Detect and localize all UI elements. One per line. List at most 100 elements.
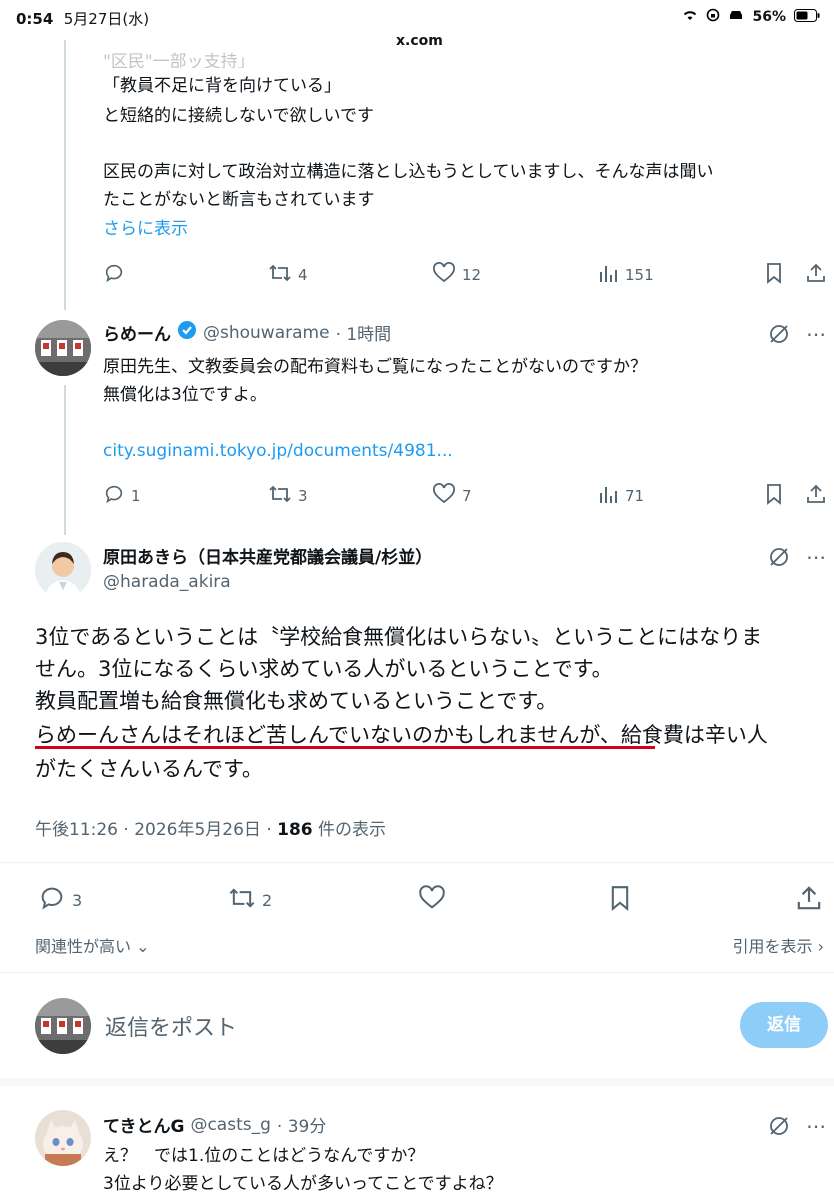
bookmark-icon [608,884,632,916]
status-right: 56% [682,8,820,26]
bookmark-icon [764,262,784,288]
share-button[interactable] [805,483,827,509]
prev-tweet-line: 「教員不足に背を向けている」 [103,76,341,96]
grok-icon[interactable] [767,545,791,573]
share-icon [805,262,827,288]
reply-compose-input[interactable]: 返信をポスト [105,1010,237,1042]
like-count: 12 [462,266,482,284]
bookmark-button[interactable] [764,262,784,288]
lock-rotation-icon [706,8,720,26]
retweet-icon [228,885,256,915]
tweet-text: 教員配置増も給食無償化も求めているということです。 [35,689,558,713]
retweet-count: 3 [298,487,308,505]
retweet-button[interactable]: 2 [228,885,272,915]
main-actions: 3 2 [0,884,834,916]
rame-actions: 1 3 7 71 [0,481,834,511]
reply-button[interactable] [103,262,125,288]
car-icon [728,9,744,25]
author-handle[interactable]: @casts_g [190,1115,270,1135]
retweet-count: 2 [262,890,273,910]
grok-icon[interactable] [767,1114,791,1142]
tweet-link[interactable]: city.suginami.tokyo.jp/documents/4981... [103,437,453,465]
tweet-text: がたくさんいるんです。 [35,757,263,781]
tweet-meta[interactable]: 午後11:26 · 2026年5月26日 · 186 件の表示 [35,815,386,840]
url-pill[interactable]: x.com [382,28,457,54]
reply-count: 1 [131,487,141,505]
views-button[interactable]: 151 [597,262,654,288]
status-time: 0:54 5月27日(水) [16,10,150,28]
sort-relevance-dropdown[interactable]: 関連性が高い ⌄ [35,933,150,957]
prev-tweet-line: と短絡的に接続しないで欲しいです [103,106,374,126]
more-icon[interactable]: ⋯ [806,545,826,569]
heart-icon [432,483,456,509]
thread-line [64,385,66,535]
reply-count: 3 [72,890,83,910]
reply-button[interactable]: 1 [103,483,141,509]
battery-icon [794,8,820,26]
prev-tweet-line: 区民の声に対して政治対立構造に落とし込もうとしていますし、そんな声は聞い [103,162,714,182]
bookmark-button[interactable] [764,483,784,509]
heart-icon [432,262,456,288]
views-icon [597,483,619,509]
view-quotes-link[interactable]: 引用を表示 › [733,933,825,957]
author-handle[interactable]: @harada_akira [103,572,231,592]
share-icon [795,884,823,916]
divider [0,972,834,973]
tweet-text: 3位であるということは〝学校給食無償化はいらない〟ということにはなりま [35,625,763,649]
retweet-icon [268,483,292,509]
clipped-text: "区民"一部ッ支持」 [103,52,255,68]
verified-badge-icon [177,320,197,345]
prev-actions: 4 12 151 [0,260,834,290]
tweet-text: 原田先生、文教委員会の配布資料もご覧になったことがないのですか？ [103,357,647,377]
reply-icon [103,483,125,509]
like-button[interactable]: 12 [432,262,481,288]
views-button[interactable]: 71 [597,483,644,509]
retweet-count: 4 [298,266,308,284]
heart-icon [418,885,446,915]
more-icon[interactable]: ⋯ [806,1114,826,1138]
show-more-link[interactable]: さらに表示 [103,215,188,243]
share-button[interactable] [795,884,823,916]
author-name[interactable]: 原田あきら（日本共産党都議会議員/杉並） [103,543,432,568]
timestamp[interactable]: · 1時間 [336,320,392,345]
more-icon[interactable]: ⋯ [806,322,827,346]
retweet-button[interactable]: 4 [268,262,308,288]
divider [0,862,834,863]
chevron-down-icon: ⌄ [131,937,150,956]
views-count: 151 [625,266,654,284]
like-count: 7 [462,487,472,505]
share-button[interactable] [805,262,827,288]
bookmark-icon [764,483,784,509]
reply-icon [38,884,66,916]
battery-percent: 56% [752,9,786,25]
retweet-button[interactable]: 3 [268,483,308,509]
share-icon [805,483,827,509]
avatar[interactable] [35,1110,91,1166]
retweet-icon [268,262,292,288]
chevron-right-icon: › [812,937,824,956]
underlined-text: らめーんさんはそれほど苦しんでいないのかもしれませんが、 [35,723,621,747]
wifi-icon [682,8,698,26]
reply-button[interactable]: 3 [38,884,82,916]
section-divider [0,1078,834,1086]
author-handle[interactable]: @shouwarame [203,323,330,343]
bookmark-button[interactable] [608,884,632,916]
author-row: てきとんG @casts_g · 39分 [103,1112,326,1138]
compose-avatar[interactable] [35,998,91,1054]
reply-icon [103,262,125,288]
like-button[interactable] [418,885,446,915]
reply-submit-button[interactable]: 返信 [740,1002,828,1048]
prev-tweet-line: たことがないと断言もされています [103,190,375,210]
timestamp[interactable]: · 39分 [277,1112,326,1137]
tweet-text: せん。3位になるくらい求めている人がいるということです。 [35,657,613,681]
tweet-text: え？ では1.位のことはどうなんですか？ [103,1146,425,1166]
grok-icon[interactable] [767,322,791,350]
tweet-text: 無償化は3位ですよ。 [103,385,267,405]
avatar[interactable] [35,320,91,376]
views-icon [597,262,619,288]
red-underline [35,746,655,749]
avatar[interactable] [35,542,91,598]
author-name[interactable]: らめーん [103,320,171,345]
like-button[interactable]: 7 [432,483,472,509]
author-name[interactable]: てきとんG [103,1112,184,1137]
